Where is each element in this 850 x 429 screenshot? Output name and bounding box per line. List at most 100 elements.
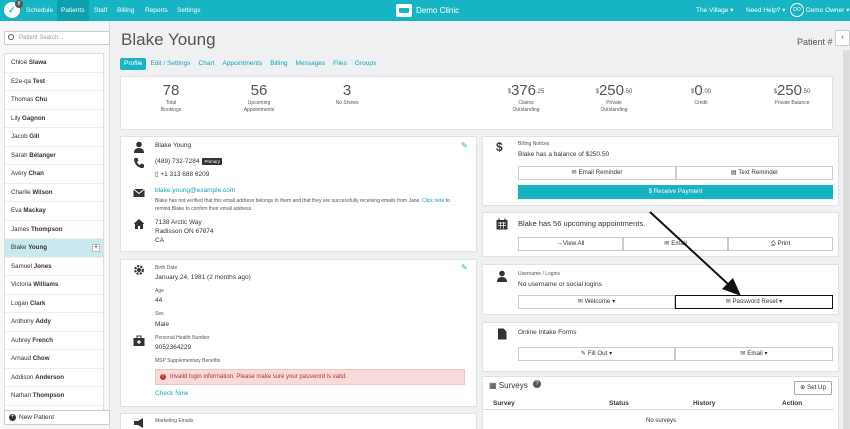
help-dropdown[interactable]: Need Help? ▾	[746, 0, 785, 21]
nav-schedule[interactable]: Schedule	[22, 0, 57, 21]
avatar[interactable]: DO	[790, 3, 804, 17]
patient-last-name: Mackay	[23, 207, 46, 214]
column-history: History	[693, 400, 716, 407]
text-reminder-button[interactable]: ▤ Text Reminder	[676, 166, 833, 180]
patient-list-item[interactable]: Arnaud Chow	[5, 350, 103, 369]
billing-notices-label: Billing Notices	[518, 141, 550, 147]
patient-list-item[interactable]: Chloe Slawa	[5, 54, 103, 73]
right-scrollbar[interactable]	[843, 50, 850, 429]
patient-first-name: James	[11, 225, 30, 233]
surveys-empty-text: No surveys	[646, 418, 677, 424]
tab-messages[interactable]: Messages	[292, 58, 330, 70]
email-verification-note: Blake has not verified that this email a…	[155, 198, 450, 212]
patient-last-name: Thompson	[32, 392, 65, 399]
check-now-link[interactable]: Check Now	[155, 390, 188, 397]
print-button[interactable]: ⎙ Print	[728, 237, 833, 251]
dollar-icon: $	[496, 140, 503, 154]
address-line-1: 7138 Arctic Way	[155, 219, 202, 226]
gear-icon	[134, 265, 144, 275]
tab-appointments[interactable]: Appointments	[218, 58, 266, 70]
password-reset-dropdown-button[interactable]: ✉ Password Reset ▾	[675, 295, 833, 309]
patient-list-item[interactable]: Anthony Addy	[5, 313, 103, 332]
patient-list-item[interactable]: Eva Mackay	[5, 202, 103, 221]
patient-last-name: Anderson	[35, 373, 64, 381]
patient-list-item[interactable]: Aubrey French	[5, 332, 103, 350]
patient-list-item[interactable]: Jacob Gill	[5, 128, 103, 147]
patient-list-item[interactable]: Blake Young +	[5, 239, 103, 258]
tab-groups[interactable]: Groups	[351, 58, 380, 70]
nav-staff[interactable]: Staff	[90, 0, 111, 21]
nav-settings[interactable]: Settings	[173, 0, 205, 21]
set-up-button[interactable]: ⊕ Set Up	[794, 381, 832, 395]
edit-details-pencil-icon[interactable]: ✎	[461, 264, 468, 272]
patient-list-item[interactable]: Charlie Wilson	[5, 184, 103, 202]
patient-list-item[interactable]: James Thompson	[5, 221, 103, 239]
clinic-name: Demo Clinic	[416, 6, 460, 15]
patient-last-name: Gill	[29, 133, 40, 140]
profile-tabs: Profile Edit / Settings Chart Appointmen…	[120, 58, 380, 70]
tab-profile[interactable]: Profile	[120, 58, 147, 70]
patient-list-item[interactable]: Addison Anderson	[5, 369, 103, 387]
edit-contact-pencil-icon[interactable]: ✎	[461, 142, 468, 150]
tab-billing[interactable]: Billing	[266, 58, 291, 70]
patient-list-item[interactable]: Lily Gagnon	[5, 110, 103, 128]
intake-email-dropdown-button[interactable]: ✉ Email ▾	[675, 347, 833, 361]
new-patient-button[interactable]: + New Patient	[4, 410, 110, 425]
patient-list-item[interactable]: E2e-qa Test	[5, 73, 103, 91]
patient-first-name: Avery	[11, 170, 27, 177]
email-link[interactable]: blake.young@example.com	[155, 187, 235, 194]
patient-list-item[interactable]: Avery Chan	[5, 165, 103, 184]
patient-last-name: Wilson	[32, 188, 53, 196]
patient-first-name: Sarah	[11, 151, 28, 159]
patient-last-name: Jones	[33, 262, 52, 270]
msp-label: MSP Supplementary Benefits	[155, 358, 221, 364]
patient-last-name: Chu	[35, 96, 48, 103]
view-all-button[interactable]: →View All	[518, 237, 623, 251]
appointments-email-button[interactable]: ✉ Email	[623, 237, 728, 251]
user-dropdown[interactable]: Demo Owner ▾	[806, 0, 849, 21]
file-icon	[498, 328, 507, 340]
click-here-link[interactable]: Click here	[422, 198, 444, 204]
patient-list-item[interactable]: Logan Clark	[5, 295, 103, 313]
sex-label: Sex	[155, 311, 164, 317]
page-title: Blake Young	[121, 30, 216, 49]
phone-secondary[interactable]: ▯ +1 313 688 6209	[155, 170, 209, 178]
patient-search-input[interactable]: Patient Search...	[4, 31, 110, 45]
phone-icon	[134, 158, 144, 169]
receive-payment-button[interactable]: $ Receive Payment	[518, 185, 833, 199]
tab-chart[interactable]: Chart	[195, 58, 219, 70]
address-line-3: CA	[155, 237, 165, 244]
fill-out-dropdown-button[interactable]: ✎ Fill Out ▾	[518, 347, 675, 361]
age-label: Age	[155, 288, 164, 294]
phone-primary[interactable]: (489) 732-7284 Primary	[155, 158, 222, 165]
email-reminder-button[interactable]: ✉ Email Reminder	[518, 166, 676, 180]
patient-list-item[interactable]: Samuel Jones	[5, 258, 103, 276]
login-error-alert: ! Invalid login information. Please make…	[155, 369, 465, 385]
tab-files[interactable]: Files	[329, 58, 351, 70]
tab-edit-settings[interactable]: Edit / Settings	[146, 58, 194, 70]
patient-last-name: Clark	[29, 299, 46, 307]
collapse-panel-button[interactable]: ‹	[835, 30, 850, 46]
stat-claims-outstanding: $376.25 Claims Outstanding	[507, 82, 545, 114]
help-icon[interactable]: ?	[533, 380, 541, 388]
plus-icon: ⊕	[800, 384, 806, 391]
nav-billing[interactable]: Billing	[113, 0, 138, 21]
patient-list-item[interactable]: Sarah Bélanger	[5, 147, 103, 165]
search-icon	[8, 34, 14, 40]
patient-last-name: Chan	[28, 170, 44, 177]
welcome-dropdown-button[interactable]: ✉ Welcome ▾	[518, 295, 675, 309]
patient-list-item[interactable]: Thomas Chu	[5, 91, 103, 110]
mobile-icon: ▯	[155, 171, 159, 178]
add-appointment-plus-icon[interactable]: +	[92, 244, 100, 252]
patient-number: Patient #	[797, 37, 833, 47]
patient-last-name: Thompson	[30, 225, 63, 233]
nav-patients[interactable]: Patients	[57, 0, 89, 21]
nav-reports[interactable]: Reports	[141, 0, 172, 21]
surveys-title: ▦ Surveys	[489, 381, 528, 390]
patient-list-item[interactable]: Victoria Williams	[5, 276, 103, 295]
location-dropdown[interactable]: The Village ▾	[696, 0, 733, 21]
clinic-brand[interactable]: Demo Clinic	[396, 3, 459, 18]
person-icon	[134, 141, 144, 153]
patient-list-item[interactable]: Nathan Thompson	[5, 387, 103, 406]
app-logo[interactable]: ✓ 8	[4, 0, 23, 18]
